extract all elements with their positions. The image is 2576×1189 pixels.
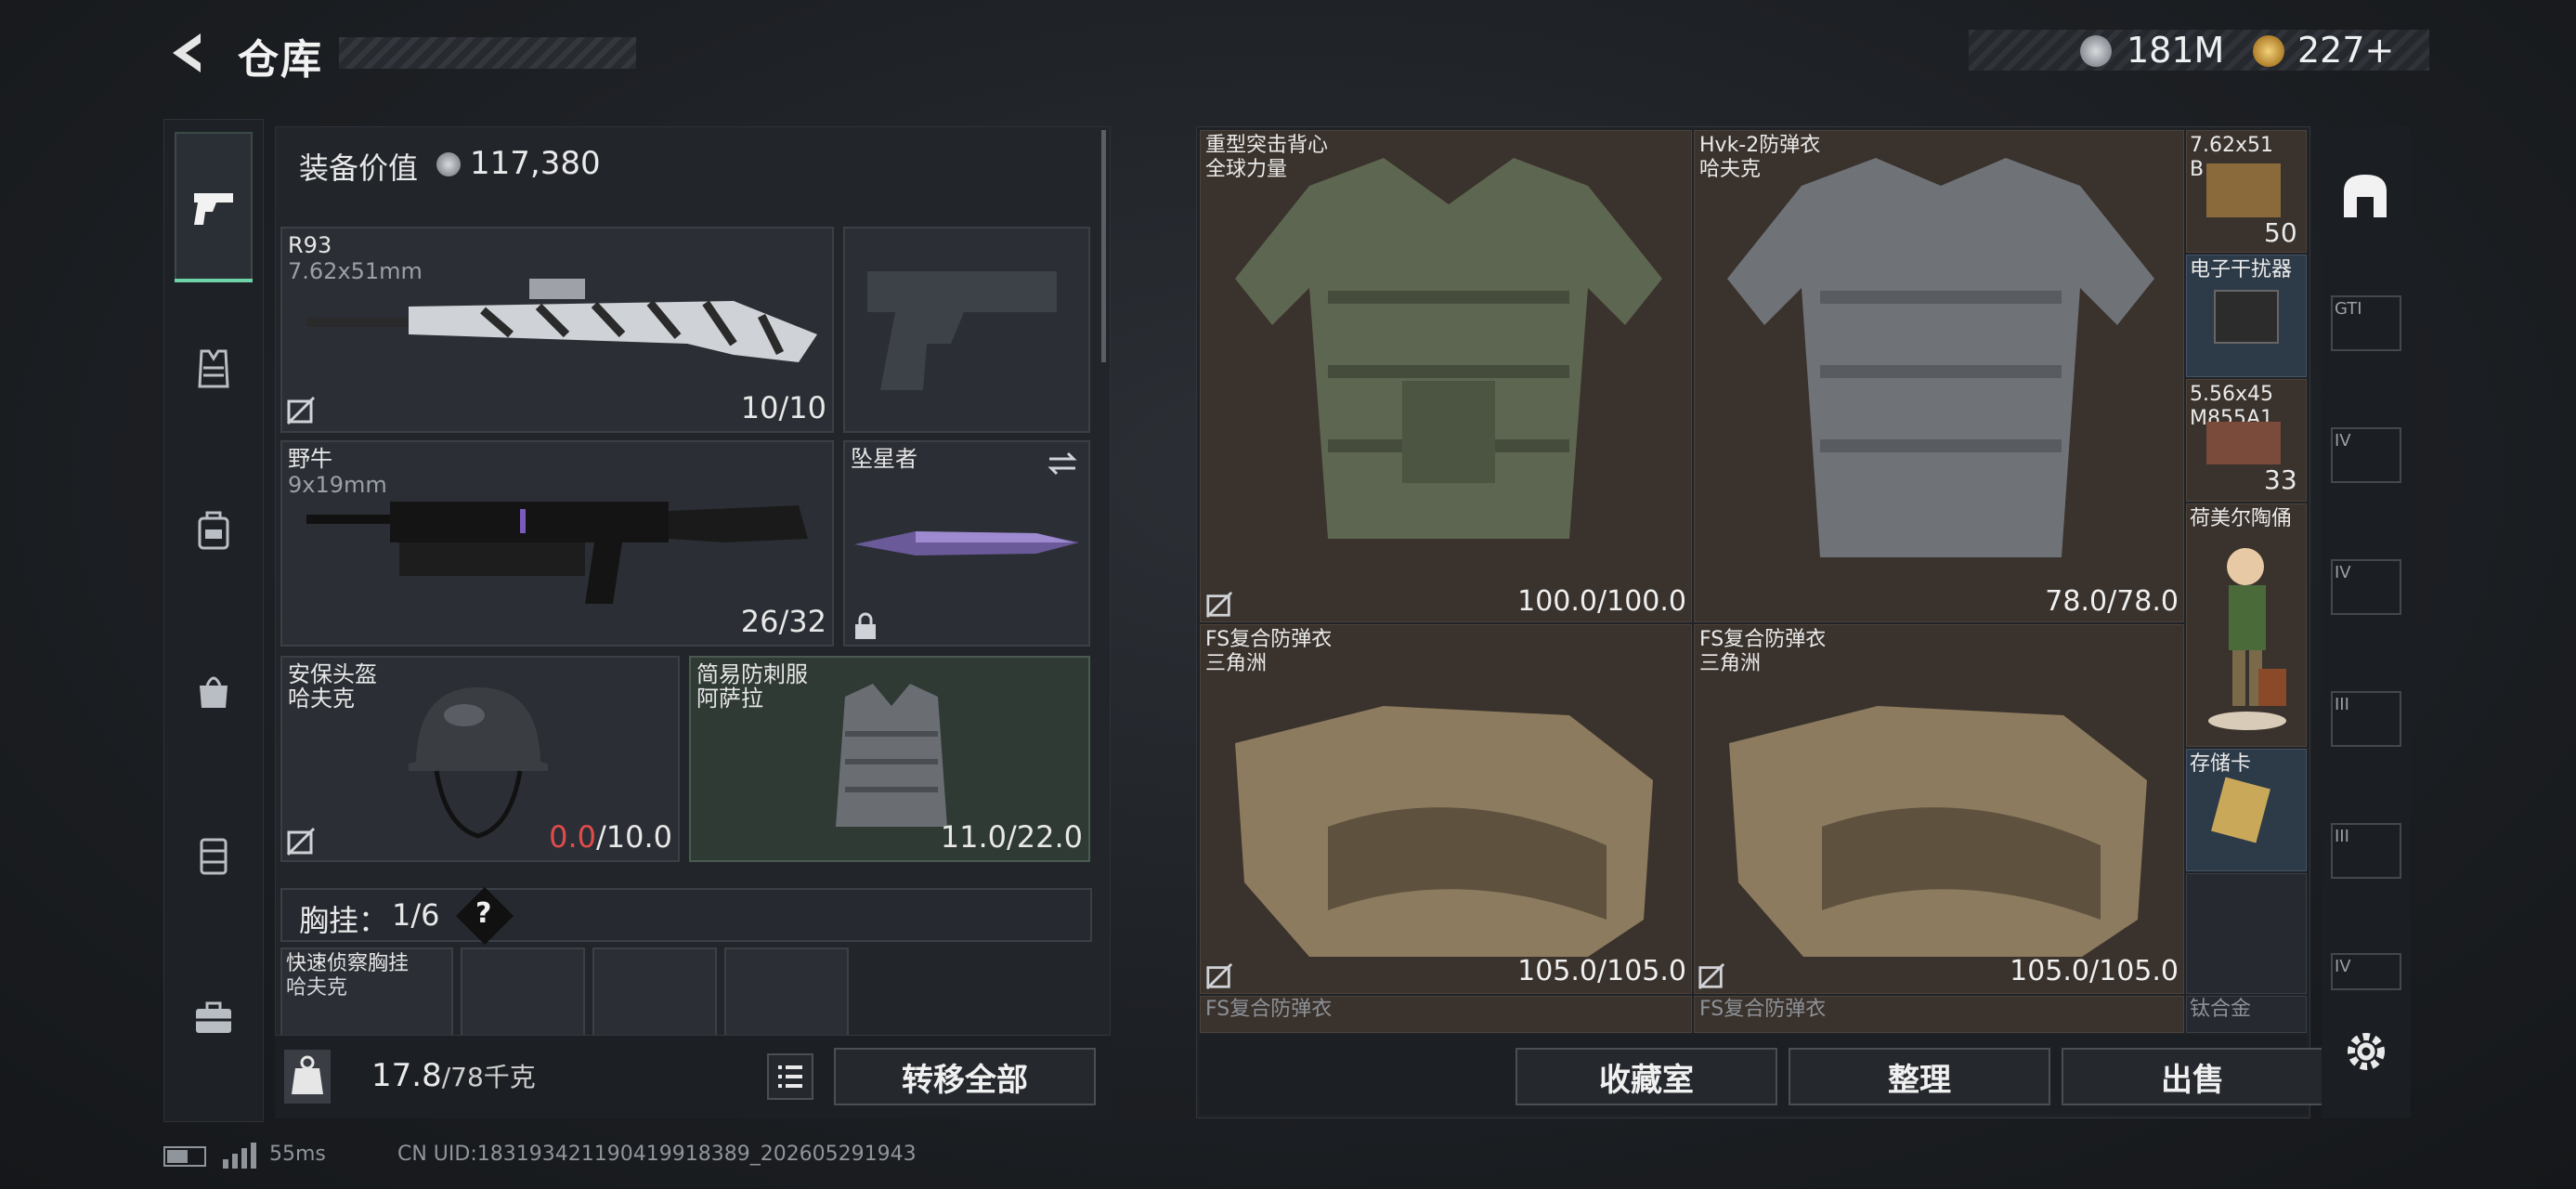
help-text: ?: [475, 897, 492, 930]
page-title: 仓库: [238, 36, 323, 84]
sniper-rifle-icon: [297, 269, 817, 385]
item-name: 钛合金: [2190, 998, 2252, 1021]
item-name: 5.56x45: [2190, 383, 2273, 406]
slot-durability: 26/32: [740, 604, 826, 639]
rig-slot-empty[interactable]: [461, 947, 585, 1046]
vault-button[interactable]: 收藏室: [1516, 1048, 1777, 1105]
weight-icon: [284, 1050, 331, 1104]
tab-label: IV: [2335, 431, 2351, 451]
tab-label: GTI: [2335, 299, 2362, 319]
bag-icon[interactable]: [190, 667, 237, 717]
item-durability: 78.0/78.0: [2045, 585, 2179, 618]
no-insure-icon: [286, 827, 316, 860]
lock-icon: [852, 611, 878, 645]
sell-button[interactable]: 出售: [2062, 1048, 2323, 1105]
weight-value: 17.8: [371, 1057, 442, 1094]
tab-label: IV: [2335, 957, 2351, 976]
vest-icon[interactable]: [190, 346, 237, 396]
rail-active-indicator: [175, 279, 253, 282]
panel-scrollbar[interactable]: [1101, 130, 1106, 362]
item-durability: 100.0/100.0: [1517, 585, 1686, 618]
pistol-silhouette-icon: [862, 260, 1066, 403]
ammo-box-icon: [2206, 422, 2281, 464]
transfer-all-button[interactable]: 转移全部: [834, 1048, 1096, 1105]
equip-value: 117,380: [470, 145, 601, 182]
slot-name: 野牛: [288, 446, 332, 472]
equip-value-label: 装备价值: [299, 150, 419, 186]
pistol-icon: [190, 184, 237, 234]
slot-brand: 哈夫克: [288, 686, 355, 712]
slot-durability: 10/10: [740, 390, 826, 425]
item-durability: 105.0/105.0: [1517, 955, 1686, 987]
durability-current: 0.0: [549, 819, 596, 855]
title-stripe: [339, 37, 636, 69]
silver-coin-icon: [2080, 35, 2112, 67]
no-insure-icon: [1698, 962, 1725, 994]
tab-label: III: [2335, 827, 2349, 846]
rig-slot-empty[interactable]: [724, 947, 849, 1046]
item-brand: 三角洲: [1205, 652, 1268, 675]
durability-max: /10.0: [595, 819, 672, 855]
currency-silver: 181M: [2127, 30, 2225, 71]
item-sub: B: [2190, 158, 2205, 181]
slot-name: 安保头盔: [288, 661, 377, 687]
rig-item-brand: 哈夫克: [286, 976, 348, 1000]
stash-home-icon[interactable]: [2338, 169, 2392, 227]
stab-vest-icon: [826, 678, 956, 840]
jammer-icon: [2214, 290, 2279, 344]
body-armor-icon: [1709, 149, 2173, 589]
slot-name: 坠星者: [851, 446, 917, 472]
briefcase-icon[interactable]: [190, 994, 237, 1044]
swap-icon[interactable]: [1046, 450, 1079, 481]
slot-name: 简易防刺服: [696, 661, 808, 687]
item-count: 50: [2264, 217, 2297, 248]
item-durability: 105.0/105.0: [2010, 955, 2179, 987]
helmet-durability: 0.0/10.0: [483, 819, 672, 855]
weight-readout: 17.8/78千克: [371, 1057, 536, 1094]
sort-button[interactable]: 整理: [1789, 1048, 2050, 1105]
silver-coin-icon: [436, 152, 461, 176]
weight-max: /78千克: [441, 1062, 536, 1092]
slot-brand: 阿萨拉: [696, 686, 763, 712]
case-icon[interactable]: [190, 832, 237, 882]
stash-item-empty[interactable]: [2186, 873, 2307, 994]
composite-armor-icon: [1216, 678, 1681, 979]
figurine-icon: [2201, 539, 2294, 738]
no-insure-icon: [1205, 962, 1233, 994]
rig-item-name: 快速侦察胸挂: [286, 952, 410, 975]
currency-gold[interactable]: 227+: [2297, 30, 2394, 71]
signal-icon: [221, 1143, 258, 1172]
tab-label: IV: [2335, 563, 2351, 582]
no-insure-icon: [1205, 591, 1233, 622]
slot-durability: 11.0/22.0: [940, 819, 1083, 855]
ammo-box-icon: [2206, 163, 2281, 217]
composite-armor-icon: [1711, 678, 2175, 979]
backpack-icon[interactable]: [190, 507, 237, 557]
item-count: 33: [2264, 464, 2297, 495]
rig-count: 1/6: [392, 897, 440, 933]
battery-icon: [163, 1146, 206, 1167]
gear-icon[interactable]: [2342, 1027, 2390, 1079]
item-name: 7.62x51: [2190, 134, 2273, 157]
no-insure-icon: [286, 396, 316, 429]
item-name: 电子干扰器: [2190, 258, 2293, 281]
item-name: 荷美尔陶俑: [2190, 507, 2293, 530]
item-name: FS复合防弹衣: [1699, 628, 1827, 651]
list-icon[interactable]: [767, 1053, 813, 1100]
tactical-vest-icon: [1216, 149, 1681, 589]
knife-icon: [851, 520, 1083, 570]
ping-text: 55ms: [269, 1143, 326, 1166]
rig-slot-empty[interactable]: [592, 947, 717, 1046]
back-arrow-icon[interactable]: [163, 28, 214, 82]
slot-name: R93: [288, 232, 332, 258]
tab-label: III: [2335, 695, 2349, 714]
item-name: FS复合防弹衣: [1699, 998, 1827, 1021]
item-name: FS复合防弹衣: [1205, 998, 1333, 1021]
gold-coin-icon: [2253, 35, 2284, 67]
uid-text: CN UID:1831934211904199​18389_2026052919…: [397, 1143, 917, 1166]
item-name: FS复合防弹衣: [1205, 628, 1333, 651]
item-brand: 三角洲: [1699, 652, 1762, 675]
rig-label: 胸挂：: [299, 903, 389, 938]
item-name: 存储卡: [2190, 752, 2252, 776]
